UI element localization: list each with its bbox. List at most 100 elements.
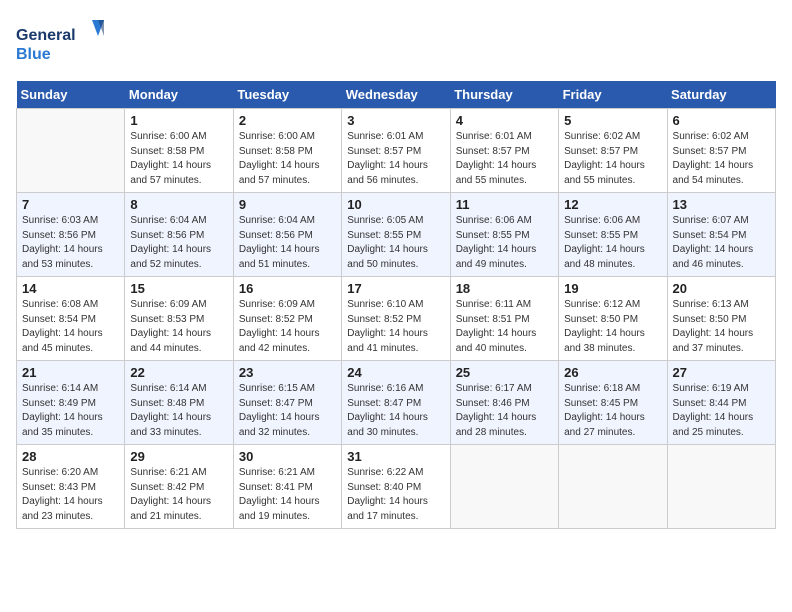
calendar-cell: 8Sunrise: 6:04 AM Sunset: 8:56 PM Daylig… <box>125 193 233 277</box>
day-number: 31 <box>347 449 444 464</box>
day-info: Sunrise: 6:20 AM Sunset: 8:43 PM Dayligh… <box>22 466 119 524</box>
day-info: Sunrise: 6:09 AM Sunset: 8:52 PM Dayligh… <box>239 298 336 356</box>
calendar-cell: 4 Sunrise: 6:01 AM Sunset: 8:57 PM Daylig… <box>450 109 558 193</box>
day-info: Sunrise: 6:21 AM Sunset: 8:41 PM Dayligh… <box>239 466 336 524</box>
calendar-cell: 23 Sunrise: 6:15 AM Sunset: 8:47 PM Dayli… <box>233 361 341 445</box>
calendar-cell: 31 Sunrise: 6:22 AM Sunset: 8:40 PM Dayli… <box>342 445 450 529</box>
day-info: Sunrise: 6:15 AM Sunset: 8:47 PM Dayligh… <box>239 382 336 440</box>
calendar-cell: 7Sunrise: 6:03 AM Sunset: 8:56 PM Daylig… <box>17 193 125 277</box>
day-info: Sunrise: 6:06 AM Sunset: 8:55 PM Dayligh… <box>456 214 553 272</box>
calendar-cell: 14Sunrise: 6:08 AM Sunset: 8:54 PM Dayli… <box>17 277 125 361</box>
weekday-header-sunday: Sunday <box>17 81 125 109</box>
calendar-cell <box>667 445 775 529</box>
calendar-cell: 3 Sunrise: 6:01 AM Sunset: 8:57 PM Daylig… <box>342 109 450 193</box>
day-number: 28 <box>22 449 119 464</box>
weekday-header-thursday: Thursday <box>450 81 558 109</box>
calendar-cell: 15Sunrise: 6:09 AM Sunset: 8:53 PM Dayli… <box>125 277 233 361</box>
weekday-header-row: SundayMondayTuesdayWednesdayThursdayFrid… <box>17 81 776 109</box>
day-number: 3 <box>347 113 444 128</box>
day-number: 21 <box>22 365 119 380</box>
calendar-cell: 2 Sunrise: 6:00 AM Sunset: 8:58 PM Daylig… <box>233 109 341 193</box>
calendar-cell: 11 Sunrise: 6:06 AM Sunset: 8:55 PM Dayli… <box>450 193 558 277</box>
weekday-header-saturday: Saturday <box>667 81 775 109</box>
calendar-cell <box>450 445 558 529</box>
day-info: Sunrise: 6:00 AM Sunset: 8:58 PM Dayligh… <box>239 130 336 188</box>
day-number: 4 <box>456 113 553 128</box>
day-number: 6 <box>673 113 770 128</box>
day-number: 24 <box>347 365 444 380</box>
calendar-cell: 20Sunrise: 6:13 AM Sunset: 8:50 PM Dayli… <box>667 277 775 361</box>
day-number: 2 <box>239 113 336 128</box>
day-info: Sunrise: 6:01 AM Sunset: 8:57 PM Dayligh… <box>347 130 444 188</box>
day-number: 11 <box>456 197 553 212</box>
calendar-cell: 18 Sunrise: 6:11 AM Sunset: 8:51 PM Dayli… <box>450 277 558 361</box>
day-number: 12 <box>564 197 661 212</box>
day-number: 29 <box>130 449 227 464</box>
day-number: 1 <box>130 113 227 128</box>
day-info: Sunrise: 6:12 AM Sunset: 8:50 PM Dayligh… <box>564 298 661 356</box>
calendar-cell: 17 Sunrise: 6:10 AM Sunset: 8:52 PM Dayli… <box>342 277 450 361</box>
page-header: General Blue <box>16 16 776 71</box>
day-number: 9 <box>239 197 336 212</box>
calendar-cell: 5 Sunrise: 6:02 AM Sunset: 8:57 PM Daylig… <box>559 109 667 193</box>
calendar-cell: 1 Sunrise: 6:00 AM Sunset: 8:58 PM Daylig… <box>125 109 233 193</box>
day-info: Sunrise: 6:06 AM Sunset: 8:55 PM Dayligh… <box>564 214 661 272</box>
day-info: Sunrise: 6:22 AM Sunset: 8:40 PM Dayligh… <box>347 466 444 524</box>
calendar-cell: 30Sunrise: 6:21 AM Sunset: 8:41 PM Dayli… <box>233 445 341 529</box>
day-number: 15 <box>130 281 227 296</box>
day-number: 18 <box>456 281 553 296</box>
day-info: Sunrise: 6:01 AM Sunset: 8:57 PM Dayligh… <box>456 130 553 188</box>
day-number: 13 <box>673 197 770 212</box>
day-number: 7 <box>22 197 119 212</box>
calendar-week-row: 21 Sunrise: 6:14 AM Sunset: 8:49 PM Dayli… <box>17 361 776 445</box>
day-info: Sunrise: 6:14 AM Sunset: 8:49 PM Dayligh… <box>22 382 119 440</box>
calendar-cell: 25Sunrise: 6:17 AM Sunset: 8:46 PM Dayli… <box>450 361 558 445</box>
day-info: Sunrise: 6:13 AM Sunset: 8:50 PM Dayligh… <box>673 298 770 356</box>
day-info: Sunrise: 6:04 AM Sunset: 8:56 PM Dayligh… <box>239 214 336 272</box>
calendar-week-row: 7Sunrise: 6:03 AM Sunset: 8:56 PM Daylig… <box>17 193 776 277</box>
calendar-cell: 29Sunrise: 6:21 AM Sunset: 8:42 PM Dayli… <box>125 445 233 529</box>
calendar-week-row: 1 Sunrise: 6:00 AM Sunset: 8:58 PM Daylig… <box>17 109 776 193</box>
day-info: Sunrise: 6:17 AM Sunset: 8:46 PM Dayligh… <box>456 382 553 440</box>
calendar-cell: 19 Sunrise: 6:12 AM Sunset: 8:50 PM Dayli… <box>559 277 667 361</box>
svg-text:General: General <box>16 27 76 44</box>
day-number: 27 <box>673 365 770 380</box>
weekday-header-friday: Friday <box>559 81 667 109</box>
weekday-header-wednesday: Wednesday <box>342 81 450 109</box>
calendar-cell: 10Sunrise: 6:05 AM Sunset: 8:55 PM Dayli… <box>342 193 450 277</box>
day-info: Sunrise: 6:00 AM Sunset: 8:58 PM Dayligh… <box>130 130 227 188</box>
day-info: Sunrise: 6:16 AM Sunset: 8:47 PM Dayligh… <box>347 382 444 440</box>
day-info: Sunrise: 6:07 AM Sunset: 8:54 PM Dayligh… <box>673 214 770 272</box>
calendar-week-row: 14Sunrise: 6:08 AM Sunset: 8:54 PM Dayli… <box>17 277 776 361</box>
calendar-cell: 13 Sunrise: 6:07 AM Sunset: 8:54 PM Dayli… <box>667 193 775 277</box>
day-number: 14 <box>22 281 119 296</box>
day-info: Sunrise: 6:11 AM Sunset: 8:51 PM Dayligh… <box>456 298 553 356</box>
logo-svg: General Blue <box>16 16 106 71</box>
calendar-week-row: 28 Sunrise: 6:20 AM Sunset: 8:43 PM Dayli… <box>17 445 776 529</box>
day-info: Sunrise: 6:02 AM Sunset: 8:57 PM Dayligh… <box>673 130 770 188</box>
calendar-cell: 22Sunrise: 6:14 AM Sunset: 8:48 PM Dayli… <box>125 361 233 445</box>
calendar-cell: 6 Sunrise: 6:02 AM Sunset: 8:57 PM Daylig… <box>667 109 775 193</box>
calendar-cell: 9 Sunrise: 6:04 AM Sunset: 8:56 PM Daylig… <box>233 193 341 277</box>
day-number: 26 <box>564 365 661 380</box>
calendar-cell: 12 Sunrise: 6:06 AM Sunset: 8:55 PM Dayli… <box>559 193 667 277</box>
svg-text:Blue: Blue <box>16 46 51 63</box>
calendar-cell: 27 Sunrise: 6:19 AM Sunset: 8:44 PM Dayli… <box>667 361 775 445</box>
calendar-cell: 28 Sunrise: 6:20 AM Sunset: 8:43 PM Dayli… <box>17 445 125 529</box>
day-number: 16 <box>239 281 336 296</box>
day-number: 23 <box>239 365 336 380</box>
calendar-table: SundayMondayTuesdayWednesdayThursdayFrid… <box>16 81 776 529</box>
day-info: Sunrise: 6:19 AM Sunset: 8:44 PM Dayligh… <box>673 382 770 440</box>
day-info: Sunrise: 6:04 AM Sunset: 8:56 PM Dayligh… <box>130 214 227 272</box>
day-info: Sunrise: 6:10 AM Sunset: 8:52 PM Dayligh… <box>347 298 444 356</box>
weekday-header-monday: Monday <box>125 81 233 109</box>
day-info: Sunrise: 6:02 AM Sunset: 8:57 PM Dayligh… <box>564 130 661 188</box>
day-number: 10 <box>347 197 444 212</box>
day-number: 19 <box>564 281 661 296</box>
logo: General Blue <box>16 16 106 71</box>
day-number: 22 <box>130 365 227 380</box>
day-info: Sunrise: 6:18 AM Sunset: 8:45 PM Dayligh… <box>564 382 661 440</box>
day-number: 5 <box>564 113 661 128</box>
day-number: 17 <box>347 281 444 296</box>
calendar-cell: 24 Sunrise: 6:16 AM Sunset: 8:47 PM Dayli… <box>342 361 450 445</box>
